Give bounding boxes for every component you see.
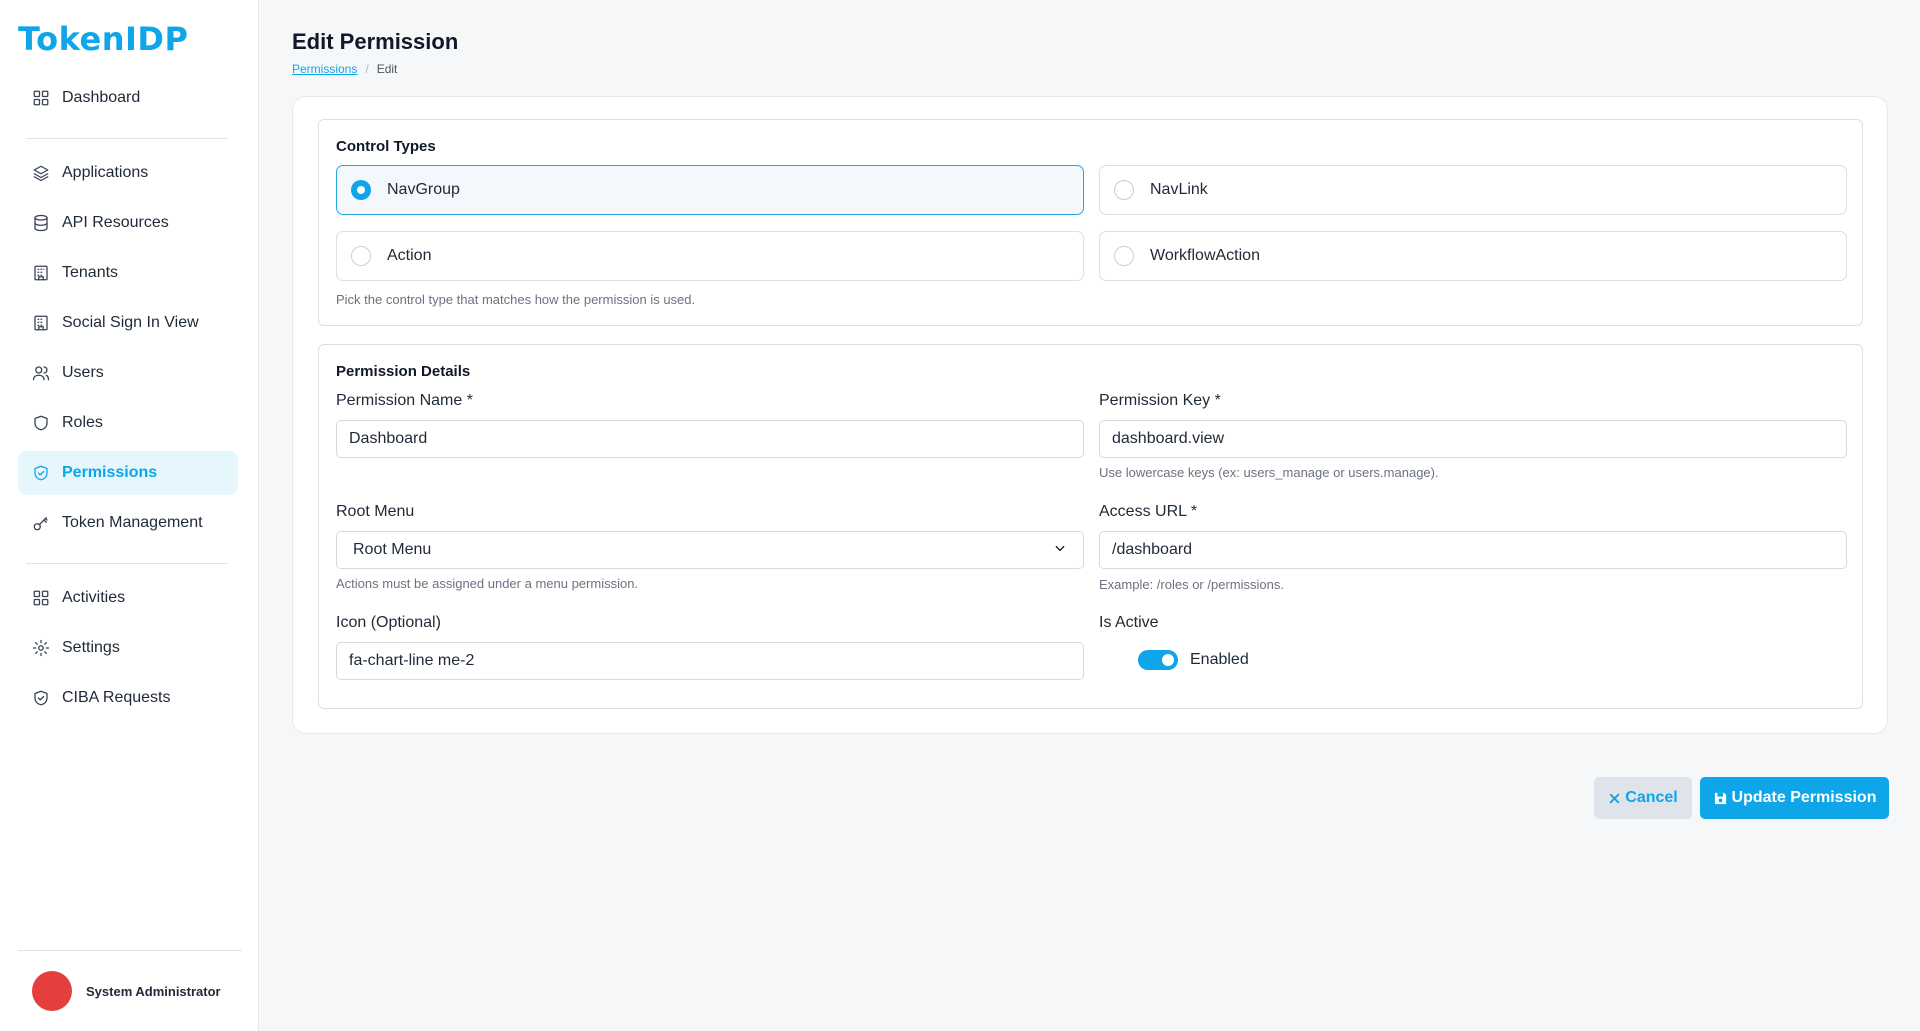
permission-details-section: Permission Details Permission Name * Per… [318, 344, 1863, 709]
sidebar-item-api-resources[interactable]: API Resources [18, 201, 238, 245]
sidebar-item-label: Users [62, 364, 104, 381]
root-menu-label: Root Menu [336, 503, 415, 520]
breadcrumb-current: Edit [376, 62, 398, 76]
user-divider [18, 950, 242, 951]
cancel-button[interactable]: Cancel [1594, 777, 1692, 819]
sidebar-divider [26, 563, 228, 564]
building-icon [32, 264, 50, 282]
breadcrumb: Permissions / Edit [292, 62, 397, 76]
gear-icon [32, 639, 50, 657]
is-active-label: Is Active [1099, 614, 1159, 631]
radio-indicator [1114, 180, 1134, 200]
sidebar-item-label: Roles [62, 414, 103, 431]
permission-key-label: Permission Key * [1099, 392, 1221, 409]
key-icon [32, 514, 50, 532]
users-icon [32, 364, 50, 382]
access-url-label: Access URL * [1099, 503, 1198, 520]
sidebar-item-label: Settings [62, 639, 120, 656]
database-icon [32, 214, 50, 232]
shield-check-icon [32, 464, 50, 482]
sidebar-item-activities[interactable]: Activities [18, 576, 238, 620]
radio-indicator [1114, 246, 1134, 266]
chevron-down-icon [1053, 541, 1067, 560]
sidebar-item-label: Token Management [62, 514, 203, 531]
sidebar-item-dashboard[interactable]: Dashboard [18, 76, 238, 120]
radio-label: WorkflowAction [1150, 247, 1260, 264]
close-icon [1608, 792, 1621, 805]
grid-icon [32, 589, 50, 607]
breadcrumb-separator: / [365, 62, 369, 76]
shield-check-icon [32, 689, 50, 707]
permission-details-title: Permission Details [336, 363, 471, 380]
sidebar-item-label: Activities [62, 589, 126, 606]
breadcrumb-permissions-link[interactable]: Permissions [292, 62, 357, 76]
radio-navlink[interactable]: NavLink [1099, 165, 1847, 215]
sidebar-item-token-management[interactable]: Token Management [18, 501, 238, 545]
control-types-title: Control Types [336, 138, 436, 155]
avatar [32, 971, 72, 1011]
update-permission-label: Update Permission [1731, 789, 1877, 806]
sidebar-item-roles[interactable]: Roles [18, 401, 238, 445]
sidebar-item-label: Dashboard [62, 89, 141, 106]
update-permission-button[interactable]: Update Permission [1700, 777, 1889, 819]
sidebar-item-label: API Resources [62, 214, 169, 231]
control-types-help: Pick the control type that matches how t… [336, 292, 696, 307]
save-icon [1713, 791, 1728, 806]
sidebar-item-social-sign-in-view[interactable]: Social Sign In View [18, 301, 238, 345]
edit-permission-card: Control Types NavGroup NavLink Action Wo… [292, 96, 1888, 734]
brand-logo[interactable]: TokenIDP [18, 20, 188, 58]
radio-label: NavLink [1150, 181, 1208, 198]
grid-icon [32, 89, 50, 107]
access-url-help: Example: /roles or /permissions. [1099, 577, 1284, 592]
radio-indicator [351, 180, 371, 200]
sidebar-item-label: Tenants [62, 264, 119, 281]
is-active-toggle[interactable] [1138, 650, 1178, 670]
access-url-input[interactable] [1099, 531, 1847, 569]
sidebar-item-label: Applications [62, 164, 149, 181]
radio-navgroup[interactable]: NavGroup [336, 165, 1084, 215]
sidebar-divider [26, 138, 228, 139]
root-menu-selected: Root Menu [353, 541, 432, 558]
sidebar-item-applications[interactable]: Applications [18, 151, 238, 195]
sidebar-item-settings[interactable]: Settings [18, 626, 238, 670]
control-types-section: Control Types NavGroup NavLink Action Wo… [318, 119, 1863, 326]
permission-key-input[interactable] [1099, 420, 1847, 458]
icon-input[interactable] [336, 642, 1084, 680]
radio-indicator [351, 246, 371, 266]
root-menu-select[interactable]: Root Menu [336, 531, 1084, 569]
sidebar-item-label: Social Sign In View [62, 314, 199, 331]
icon-label: Icon (Optional) [336, 614, 441, 631]
radio-label: Action [387, 247, 432, 264]
page-title: Edit Permission [292, 29, 459, 54]
root-menu-help: Actions must be assigned under a menu pe… [336, 576, 639, 591]
layers-icon [32, 164, 50, 182]
user-profile[interactable]: System Administrator [32, 971, 221, 1011]
cancel-label: Cancel [1625, 789, 1678, 806]
sidebar-item-label: Permissions [62, 464, 158, 481]
permission-name-label: Permission Name * [336, 392, 473, 409]
radio-workflowaction[interactable]: WorkflowAction [1099, 231, 1847, 281]
permission-name-input[interactable] [336, 420, 1084, 458]
permission-key-help: Use lowercase keys (ex: users_manage or … [1099, 465, 1439, 480]
radio-label: NavGroup [387, 181, 460, 198]
sidebar-item-label: CIBA Requests [62, 689, 171, 706]
radio-action[interactable]: Action [336, 231, 1084, 281]
user-name: System Administrator [86, 983, 221, 999]
is-active-toggle-label: Enabled [1190, 651, 1249, 668]
sidebar: TokenIDP Dashboard Applications API Reso… [0, 0, 259, 1031]
sidebar-item-tenants[interactable]: Tenants [18, 251, 238, 295]
sidebar-item-permissions[interactable]: Permissions [18, 451, 238, 495]
is-active-toggle-group: Enabled [1138, 650, 1249, 670]
sidebar-item-ciba-requests[interactable]: CIBA Requests [18, 676, 238, 720]
sidebar-item-users[interactable]: Users [18, 351, 238, 395]
building-icon [32, 314, 50, 332]
shield-icon [32, 414, 50, 432]
